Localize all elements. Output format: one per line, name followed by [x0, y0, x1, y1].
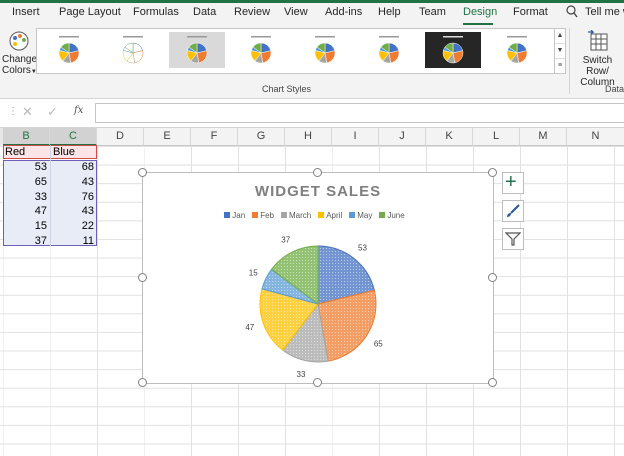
chart-style-thumbnail[interactable]: [41, 32, 97, 68]
tell-me-search[interactable]: Tell me w: [585, 6, 624, 18]
chart-style-thumbnail[interactable]: [105, 32, 161, 68]
resize-handle-left[interactable]: [138, 273, 147, 282]
switch-row-column-icon: [587, 29, 609, 52]
resize-handle-bottom-right[interactable]: [488, 378, 497, 387]
column-header-n[interactable]: N: [567, 128, 624, 146]
chart-styles-button[interactable]: [502, 200, 524, 222]
change-colors-button[interactable]: Change Colors▼: [2, 28, 38, 82]
chart-styles-gallery: [36, 28, 556, 74]
column-header-l[interactable]: L: [473, 128, 520, 146]
resize-handle-right[interactable]: [488, 273, 497, 282]
chart-style-thumbnail[interactable]: [233, 32, 289, 68]
tab-data[interactable]: Data: [193, 6, 216, 18]
data-label[interactable]: 47: [245, 323, 254, 332]
tab-team[interactable]: Team: [419, 6, 446, 18]
column-header-j[interactable]: J: [379, 128, 426, 146]
pie-plot-area[interactable]: 53 65 33 47 15 37: [143, 173, 493, 383]
change-colors-label-1: Change: [2, 54, 38, 65]
insert-function-icon[interactable]: fx: [74, 105, 83, 116]
column-header-d[interactable]: D: [97, 128, 144, 146]
data-label[interactable]: 53: [358, 243, 367, 252]
switch-row-label-1: Switch Row/: [582, 55, 613, 77]
resize-handle-bottom-left[interactable]: [138, 378, 147, 387]
tab-insert[interactable]: Insert: [12, 6, 40, 18]
column-header-m[interactable]: M: [520, 128, 567, 146]
group-separator: [569, 28, 570, 94]
gallery-scroll[interactable]: ▲ ▼ ≡: [554, 28, 566, 74]
formula-input[interactable]: [95, 103, 624, 123]
chart-style-thumbnail[interactable]: [425, 32, 481, 68]
change-colors-label-2: Colors: [2, 65, 31, 76]
column-header-f[interactable]: F: [191, 128, 238, 146]
chart-style-thumbnail[interactable]: [169, 32, 225, 68]
column-header-e[interactable]: E: [144, 128, 191, 146]
filter-icon: [504, 231, 522, 250]
tab-design[interactable]: Design: [463, 6, 497, 18]
plus-icon: +: [505, 171, 517, 193]
chart-elements-button[interactable]: +: [502, 171, 524, 194]
formula-bar: ⋮ ✕ ✓ fx: [0, 99, 624, 128]
cancel-icon[interactable]: ✕: [22, 104, 33, 120]
column-header-k[interactable]: K: [426, 128, 473, 146]
name-box-resize-icon: ⋮: [8, 106, 18, 117]
tab-review[interactable]: Review: [234, 6, 270, 18]
switch-row-column-button[interactable]: Switch Row/ Column: [571, 28, 624, 88]
lightbulb-icon: [566, 5, 578, 22]
ribbon-design: Change Colors▼ ▲ ▼ ≡ Chart Styles Switch…: [0, 26, 624, 99]
tab-view[interactable]: View: [284, 6, 308, 18]
chart-filters-button[interactable]: [502, 228, 524, 250]
gallery-up-icon[interactable]: ▲: [555, 29, 565, 44]
tab-add-ins[interactable]: Add-ins: [325, 6, 362, 18]
data-group-label: Data: [605, 84, 624, 94]
ribbon-tabs: Insert Page Layout Formulas Data Review …: [0, 3, 624, 26]
cell-c7[interactable]: 11: [50, 232, 94, 250]
data-label[interactable]: 15: [249, 269, 258, 278]
data-label[interactable]: 33: [297, 370, 306, 379]
active-tab-indicator: [463, 23, 493, 25]
enter-icon[interactable]: ✓: [47, 104, 58, 120]
gallery-more-icon[interactable]: ≡: [555, 59, 565, 73]
pie-chart[interactable]: WIDGET SALES Jan Feb March April May June 53 6…: [142, 172, 494, 384]
resize-handle-top[interactable]: [313, 168, 322, 177]
tab-format[interactable]: Format: [513, 6, 548, 18]
chart-style-thumbnail[interactable]: [361, 32, 417, 68]
resize-handle-top-left[interactable]: [138, 168, 147, 177]
brush-icon: [505, 203, 521, 222]
column-header-i[interactable]: I: [332, 128, 379, 146]
tab-formulas[interactable]: Formulas: [133, 6, 179, 18]
column-header-g[interactable]: G: [238, 128, 285, 146]
column-header-h[interactable]: H: [285, 128, 332, 146]
tab-help[interactable]: Help: [378, 6, 401, 18]
data-label[interactable]: 37: [281, 236, 290, 245]
tab-page-layout[interactable]: Page Layout: [59, 6, 121, 18]
chart-style-thumbnail[interactable]: [489, 32, 545, 68]
data-label[interactable]: 65: [374, 339, 383, 348]
resize-handle-bottom[interactable]: [313, 378, 322, 387]
chart-style-thumbnail[interactable]: [297, 32, 353, 68]
resize-handle-top-right[interactable]: [488, 168, 497, 177]
gallery-down-icon[interactable]: ▼: [555, 44, 565, 59]
palette-icon: [8, 30, 30, 52]
cell-b7[interactable]: 37: [3, 232, 47, 250]
chart-styles-group-label: Chart Styles: [262, 84, 312, 94]
